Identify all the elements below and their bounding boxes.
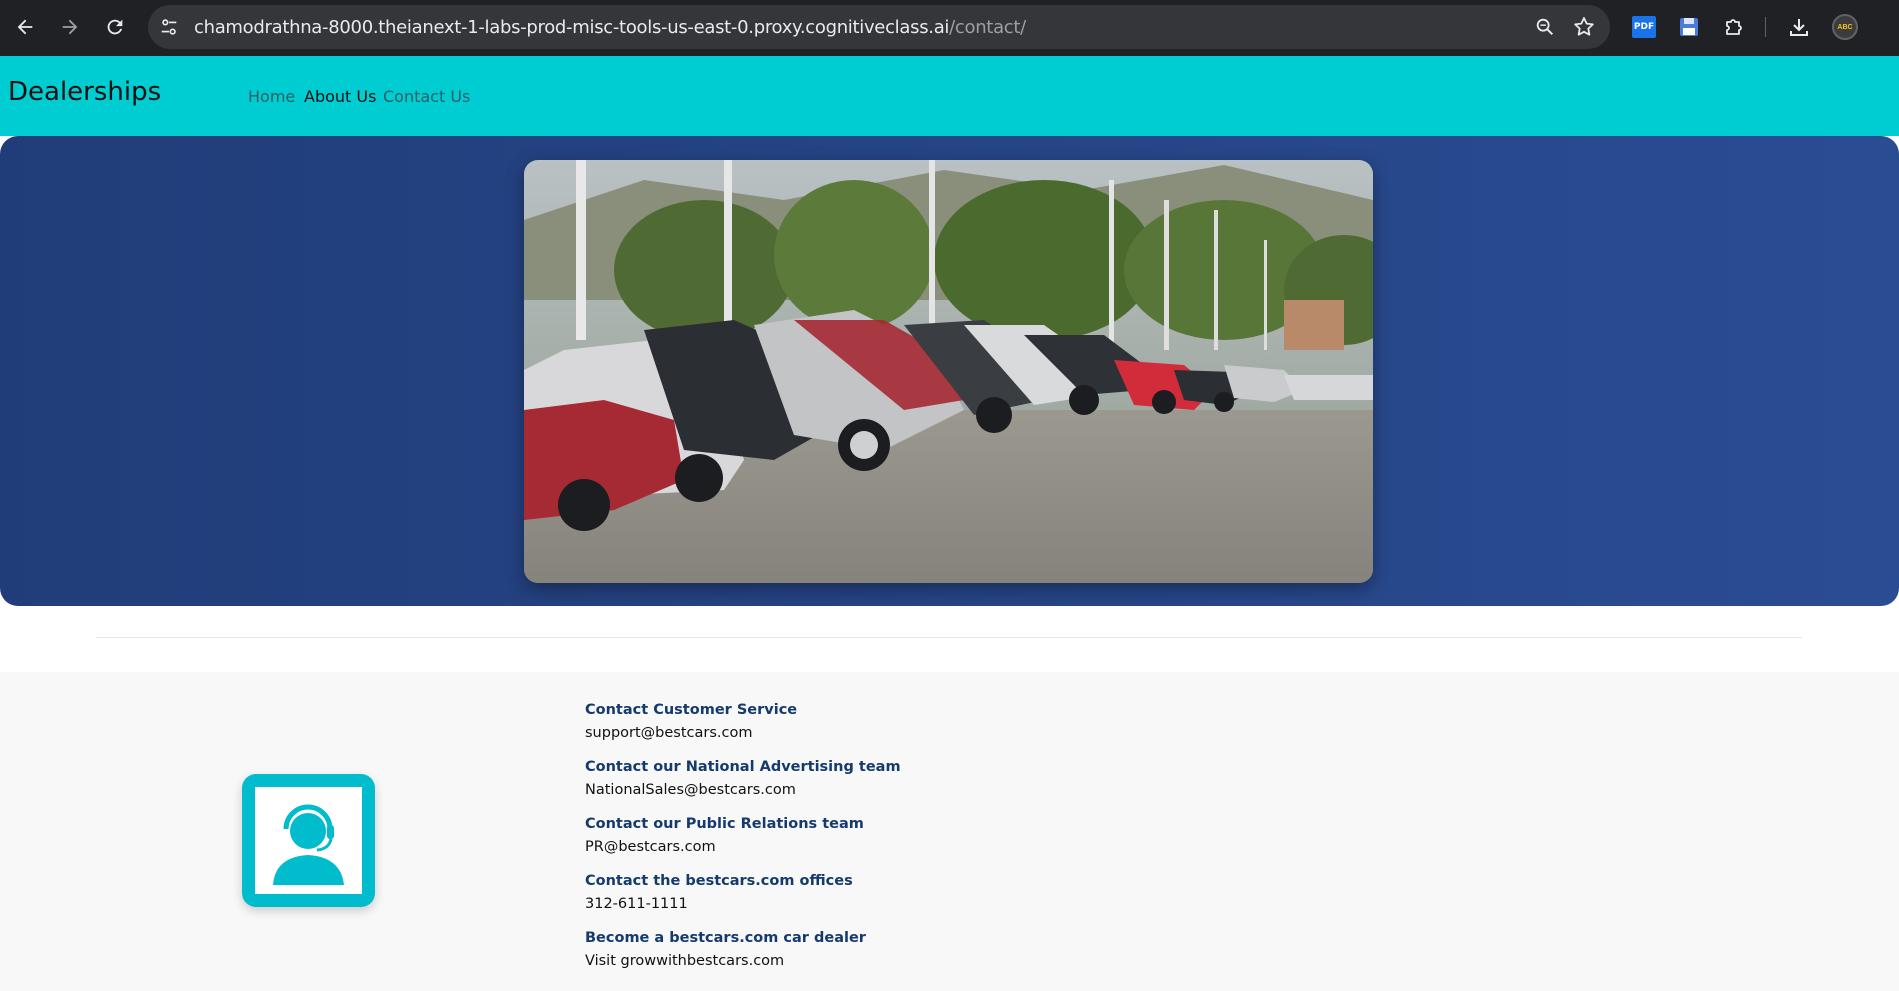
contact-value: Visit growwithbestcars.com	[585, 953, 785, 969]
zoom-icon[interactable]	[1534, 16, 1556, 38]
download-icon	[1790, 19, 1808, 36]
nav-contact-link[interactable]: Contact Us	[383, 87, 470, 106]
tune-icon[interactable]	[158, 16, 180, 38]
contact-list: Contact Customer Service support@bestcar…	[585, 700, 1185, 985]
contact-title: Contact our National Advertising team	[585, 759, 901, 775]
url-host: chamodrathna-8000.theianext-1-labs-prod-…	[194, 17, 950, 38]
contact-value: PR@bestcars.com	[585, 839, 716, 855]
contact-value: 312-611-1111	[585, 896, 688, 912]
reload-icon	[107, 19, 123, 35]
toolbar-separator	[1765, 17, 1766, 37]
contact-item: Contact our Public Relations team PR@bes…	[585, 814, 1185, 871]
downloads-button[interactable]	[1785, 13, 1813, 41]
nav-about-link[interactable]: About Us	[304, 87, 376, 106]
nav-home-link[interactable]: Home	[248, 87, 295, 106]
contact-title: Become a bestcars.com car dealer	[585, 930, 866, 946]
contact-item: Contact our National Advertising team Na…	[585, 757, 1185, 814]
car-lot-image	[524, 160, 1373, 583]
floppy-icon	[1680, 18, 1698, 36]
puzzle-icon	[1726, 19, 1742, 35]
url-text: chamodrathna-8000.theianext-1-labs-prod-…	[194, 17, 1026, 38]
address-bar[interactable]: chamodrathna-8000.theianext-1-labs-prod-…	[148, 5, 1610, 49]
contact-title: Contact the bestcars.com offices	[585, 873, 853, 889]
url-path: /contact/	[949, 17, 1026, 38]
contact-section: Contact Customer Service support@bestcar…	[0, 672, 1899, 991]
pdf-extension-button[interactable]: PDF	[1630, 13, 1658, 41]
brand-title[interactable]: Dealerships	[8, 77, 161, 107]
reload-button[interactable]	[100, 12, 130, 42]
back-button[interactable]	[10, 12, 40, 42]
arrow-left-icon	[17, 19, 33, 35]
avatar: ABC	[1832, 14, 1858, 40]
contact-item: Contact Customer Service support@bestcar…	[585, 700, 1185, 757]
extensions-button[interactable]	[1720, 13, 1748, 41]
customer-support-icon	[242, 774, 375, 907]
section-divider	[96, 637, 1802, 638]
contact-item: Contact the bestcars.com offices 312-611…	[585, 871, 1185, 928]
save-extension-button[interactable]	[1675, 13, 1703, 41]
browser-toolbar: chamodrathna-8000.theianext-1-labs-prod-…	[0, 0, 1899, 56]
star-icon[interactable]	[1572, 15, 1596, 39]
profile-button[interactable]: ABC	[1831, 13, 1859, 41]
arrow-right-icon	[62, 19, 78, 35]
contact-title: Contact our Public Relations team	[585, 816, 864, 832]
forward-button[interactable]	[55, 12, 85, 42]
hero-banner	[0, 136, 1899, 606]
pdf-icon: PDF	[1632, 16, 1656, 38]
contact-value: NationalSales@bestcars.com	[585, 782, 796, 798]
contact-value: support@bestcars.com	[585, 725, 753, 741]
contact-title: Contact Customer Service	[585, 702, 798, 718]
contact-item: Become a bestcars.com car dealer Visit g…	[585, 928, 1185, 985]
site-navbar: Dealerships Home About Us Contact Us	[0, 56, 1899, 136]
